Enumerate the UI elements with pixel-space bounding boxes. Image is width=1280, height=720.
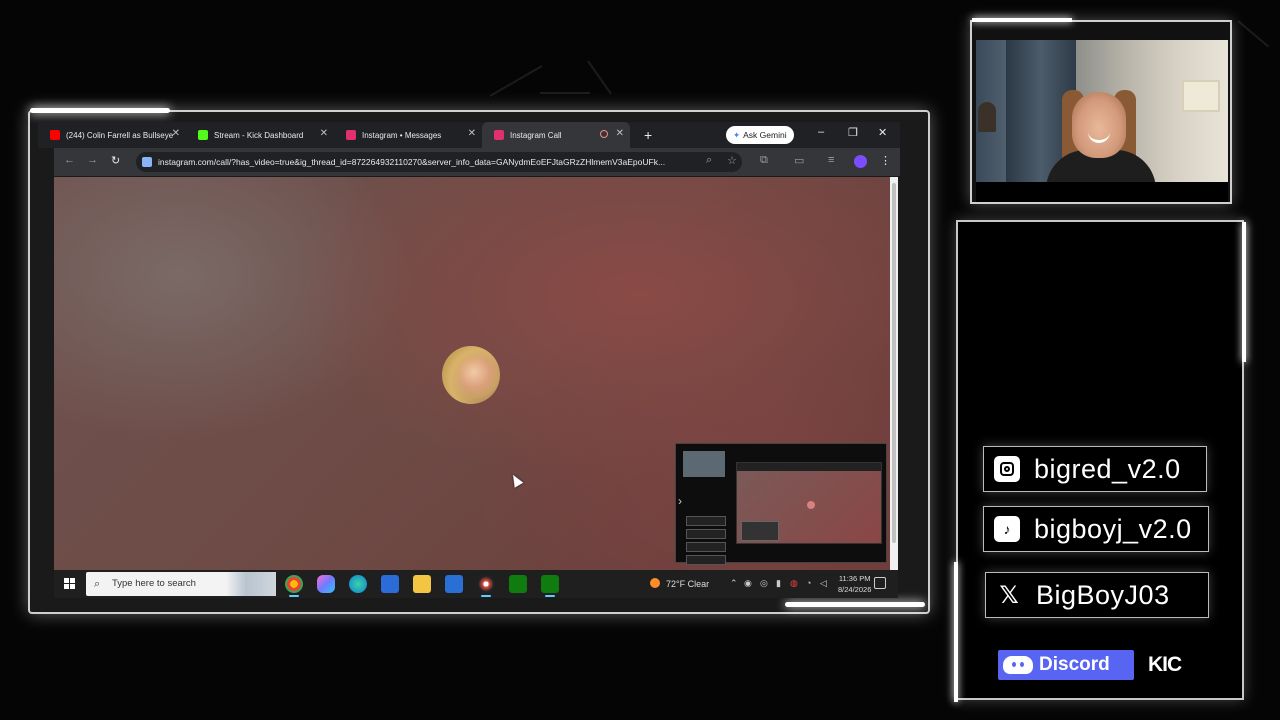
zoom-icon[interactable]: ⌕ bbox=[706, 154, 712, 167]
ask-gemini-button[interactable]: ✦ Ask Gemini bbox=[726, 126, 794, 144]
background-line bbox=[587, 60, 612, 95]
tab-kick-dashboard[interactable]: Stream - Kick Dashboard ✕ bbox=[186, 122, 334, 148]
browser-tab-bar: (244) Colin Farrell as Bullseye ✕ Stream… bbox=[38, 122, 900, 148]
bookmark-star-icon[interactable]: ☆ bbox=[727, 154, 737, 167]
chevron-right-icon[interactable]: › bbox=[678, 494, 682, 508]
sparkle-icon: ✦ bbox=[733, 129, 741, 140]
caller-avatar bbox=[442, 346, 500, 404]
new-tab-button[interactable]: + bbox=[644, 127, 652, 143]
instagram-handle: bigred_v2.0 bbox=[1034, 453, 1181, 484]
taskbar-search-input[interactable]: ⌕ Type here to search bbox=[86, 572, 276, 596]
camera-preview bbox=[683, 451, 725, 477]
chrome-icon[interactable] bbox=[285, 575, 303, 597]
close-icon[interactable]: ✕ bbox=[468, 128, 476, 139]
kick-logo: KIC bbox=[1148, 653, 1182, 676]
instagram-icon bbox=[346, 130, 356, 140]
background-line bbox=[1237, 20, 1270, 48]
gemini-label: Ask Gemini bbox=[743, 130, 787, 140]
discord-badge: Discord bbox=[998, 650, 1134, 680]
network-icon[interactable]: ◔ bbox=[806, 578, 811, 588]
frame-glow bbox=[785, 602, 925, 607]
windows-start-icon[interactable] bbox=[64, 578, 75, 589]
weather-text: 72°F Clear bbox=[666, 579, 710, 589]
extensions-icon[interactable]: ⧉ bbox=[760, 154, 768, 167]
scrollbar[interactable] bbox=[890, 177, 898, 570]
copilot-icon[interactable] bbox=[317, 575, 335, 593]
search-icon: ⌕ bbox=[94, 578, 101, 590]
tab-label: (244) Colin Farrell as Bullseye bbox=[66, 130, 174, 140]
url-text: instagram.com/call/?has_video=true&ig_th… bbox=[158, 157, 666, 167]
menu-icon[interactable]: ⋮ bbox=[880, 154, 891, 167]
instagram-handle-card: bigred_v2.0 bbox=[983, 446, 1207, 492]
discord-label: Discord bbox=[1039, 654, 1110, 675]
site-info-icon[interactable] bbox=[142, 157, 152, 167]
mini-screen-preview bbox=[736, 462, 882, 544]
mail-icon[interactable] bbox=[381, 575, 399, 593]
tab-label: Instagram • Messages bbox=[362, 130, 442, 140]
close-icon[interactable]: ✕ bbox=[616, 128, 624, 139]
xbox-icon[interactable] bbox=[509, 575, 527, 593]
close-window-button[interactable]: ✕ bbox=[878, 126, 887, 139]
close-icon[interactable]: ✕ bbox=[320, 128, 328, 139]
discord-icon bbox=[1003, 656, 1033, 674]
cast-icon[interactable]: ▭ bbox=[794, 154, 804, 167]
obs-icon[interactable] bbox=[477, 575, 495, 597]
search-highlight-image bbox=[226, 572, 276, 596]
xbox-game-bar-icon[interactable] bbox=[541, 575, 559, 597]
recording-icon bbox=[600, 130, 608, 138]
volume-icon[interactable]: ◁ bbox=[820, 578, 827, 589]
frame-glow bbox=[30, 108, 170, 113]
clock-date: 8/24/2026 bbox=[838, 585, 872, 594]
chevron-up-icon[interactable]: ⌃ bbox=[730, 578, 738, 589]
kick-icon bbox=[198, 130, 208, 140]
recording-tray-icon[interactable]: ◍ bbox=[790, 578, 798, 589]
webcam-bottom-bar bbox=[976, 182, 1228, 202]
clock-time: 11:36 PM bbox=[838, 574, 871, 583]
tab-label: Instagram Call bbox=[510, 130, 562, 140]
scrollbar-thumb[interactable] bbox=[892, 183, 896, 543]
profile-avatar[interactable] bbox=[854, 155, 867, 168]
tab-label: Stream - Kick Dashboard bbox=[214, 130, 304, 140]
instagram-icon bbox=[494, 130, 504, 140]
reload-icon[interactable]: ↻ bbox=[111, 154, 120, 167]
restore-button[interactable]: ❐ bbox=[848, 126, 858, 139]
taskbar-clock[interactable]: 11:36 PM 8/24/2026 bbox=[838, 573, 871, 595]
tab-instagram-messages[interactable]: Instagram • Messages ✕ bbox=[334, 122, 482, 148]
windows-taskbar: ⌕ Type here to search 72°F Clear ⌃ ◉ ◎ ▮… bbox=[54, 570, 898, 598]
tray-app-icon[interactable]: ◉ bbox=[744, 578, 752, 589]
x-logo-icon: 𝕏 bbox=[999, 581, 1019, 609]
tiktok-handle-card: ♪ bigboyj_v2.0 bbox=[983, 506, 1209, 552]
file-explorer-icon[interactable] bbox=[413, 575, 431, 593]
mini-list bbox=[686, 516, 726, 568]
back-icon[interactable]: ← bbox=[64, 154, 75, 166]
tiktok-handle: bigboyj_v2.0 bbox=[1034, 513, 1192, 544]
media-control-icon[interactable]: ≡ bbox=[828, 154, 834, 166]
close-icon[interactable]: ✕ bbox=[172, 128, 180, 139]
youtube-icon bbox=[50, 130, 60, 140]
background-line bbox=[540, 92, 590, 94]
address-bar[interactable]: instagram.com/call/?has_video=true&ig_th… bbox=[136, 152, 742, 172]
forward-icon[interactable]: → bbox=[87, 154, 98, 166]
notification-icon[interactable] bbox=[874, 577, 886, 589]
tab-instagram-call[interactable]: Instagram Call ✕ bbox=[482, 122, 630, 148]
tray-app-icon[interactable]: ◎ bbox=[760, 578, 768, 589]
weather-icon bbox=[650, 578, 660, 588]
minimize-button[interactable]: – bbox=[818, 126, 824, 138]
x-handle: BigBoyJ03 bbox=[1036, 579, 1170, 610]
microphone-icon[interactable]: ▮ bbox=[776, 578, 781, 589]
weather-widget[interactable]: 72°F Clear bbox=[650, 570, 709, 598]
browser-toolbar: ← → ↻ instagram.com/call/?has_video=true… bbox=[54, 148, 900, 176]
instagram-icon bbox=[994, 456, 1020, 482]
screen-share-preview[interactable]: › bbox=[675, 443, 887, 565]
search-placeholder: Type here to search bbox=[112, 578, 196, 589]
store-icon[interactable] bbox=[445, 575, 463, 593]
webcam-feed bbox=[976, 40, 1228, 182]
tab-youtube[interactable]: (244) Colin Farrell as Bullseye ✕ bbox=[38, 122, 186, 148]
edge-icon[interactable] bbox=[349, 575, 367, 593]
x-handle-card: 𝕏 BigBoyJ03 bbox=[985, 572, 1209, 618]
tiktok-icon: ♪ bbox=[994, 516, 1020, 542]
background-line bbox=[489, 65, 543, 97]
